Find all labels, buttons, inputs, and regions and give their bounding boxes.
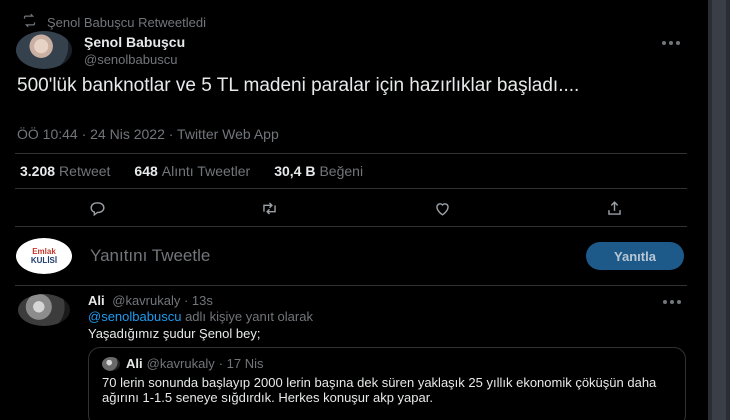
stat-likes[interactable]: 30,4 B Beğeni (274, 163, 363, 179)
reply-button[interactable]: Yanıtla (586, 242, 684, 270)
retweet-banner-text[interactable]: Şenol Babuşcu Retweetledi (47, 15, 206, 30)
reply-author-handle[interactable]: @kavrukaly (112, 293, 180, 308)
share-icon[interactable] (604, 198, 626, 218)
author-handle[interactable]: @senolbabuscu (84, 52, 185, 67)
reply-author-name[interactable]: Ali (88, 293, 105, 308)
stat-value: 648 (134, 163, 158, 179)
stat-value: 30,4 B (274, 163, 316, 179)
retweet-banner: Şenol Babuşcu Retweetledi (22, 13, 206, 31)
avatar-logo-line: Emlak (32, 247, 56, 256)
stat-value: 3.208 (20, 163, 56, 179)
reply-author-avatar[interactable] (18, 294, 70, 326)
more-horizontal-icon[interactable] (662, 36, 684, 50)
quoted-tweet[interactable]: Ali @kavrukaly · 17 Nis 70 lerin sonunda… (88, 347, 686, 420)
more-horizontal-icon[interactable] (663, 298, 685, 306)
tweet-stats: 3.208 Retweet 648 Alıntı Tweetler 30,4 B Be… (20, 163, 363, 179)
stat-label: Retweet (59, 163, 111, 179)
stat-label: Beğeni (319, 163, 364, 179)
author-avatar[interactable] (16, 31, 72, 69)
divider (15, 188, 687, 189)
avatar-logo-line: KULİSİ (30, 256, 58, 265)
tweet-author: Şenol Babuşcu @senolbabuscu (16, 30, 696, 70)
stat-quotes[interactable]: 648 Alıntı Tweetler (134, 163, 250, 179)
quote-author-avatar (102, 356, 120, 371)
window-scroll-edge (708, 0, 730, 420)
avatar-logo: Emlak KULİSİ (31, 247, 57, 265)
reply-header: Ali @kavrukaly · 13s (88, 293, 213, 308)
replying-to: @senolbabuscu adlı kişiye yanıt olarak (88, 309, 313, 324)
like-icon[interactable] (431, 198, 453, 218)
author-display-name[interactable]: Şenol Babuşcu (84, 34, 185, 50)
divider (15, 226, 687, 227)
stat-retweets[interactable]: 3.208 Retweet (20, 163, 110, 179)
reply-icon[interactable] (86, 198, 108, 218)
replying-to-suffix: adlı kişiye yanıt olarak (185, 309, 313, 324)
replying-to-link[interactable]: @senolbabuscu (88, 309, 181, 324)
retweet-icon (22, 13, 37, 31)
retweet-icon[interactable] (259, 198, 281, 218)
reply-time[interactable]: · 13s (184, 293, 213, 308)
tweet-text: 500'lük banknotlar ve 5 TL madeni parala… (17, 75, 580, 96)
reply-composer: Emlak KULİSİ Yanıtını Tweetle Yanıtla (16, 237, 684, 275)
tweet-meta[interactable]: ÖÖ 10:44 · 24 Nis 2022 · Twitter Web App (17, 126, 279, 142)
tweet-actions (86, 198, 626, 218)
quote-author-name: Ali (126, 356, 143, 371)
divider (15, 153, 687, 154)
scrollbar-track[interactable] (712, 0, 726, 420)
divider (15, 285, 687, 286)
quote-time: · 17 Nis (218, 356, 264, 371)
quote-author-handle: @kavrukaly (146, 356, 215, 371)
user-avatar[interactable]: Emlak KULİSİ (16, 238, 72, 274)
reply-text: Yaşadığımız şudur Şenol bey; (88, 326, 261, 341)
quote-header: Ali @kavrukaly · 17 Nis (102, 356, 264, 371)
reply-input[interactable]: Yanıtını Tweetle (90, 246, 586, 266)
quote-text: 70 lerin sonunda başlayıp 2000 lerin baş… (102, 375, 657, 405)
stat-label: Alıntı Tweetler (161, 163, 251, 179)
